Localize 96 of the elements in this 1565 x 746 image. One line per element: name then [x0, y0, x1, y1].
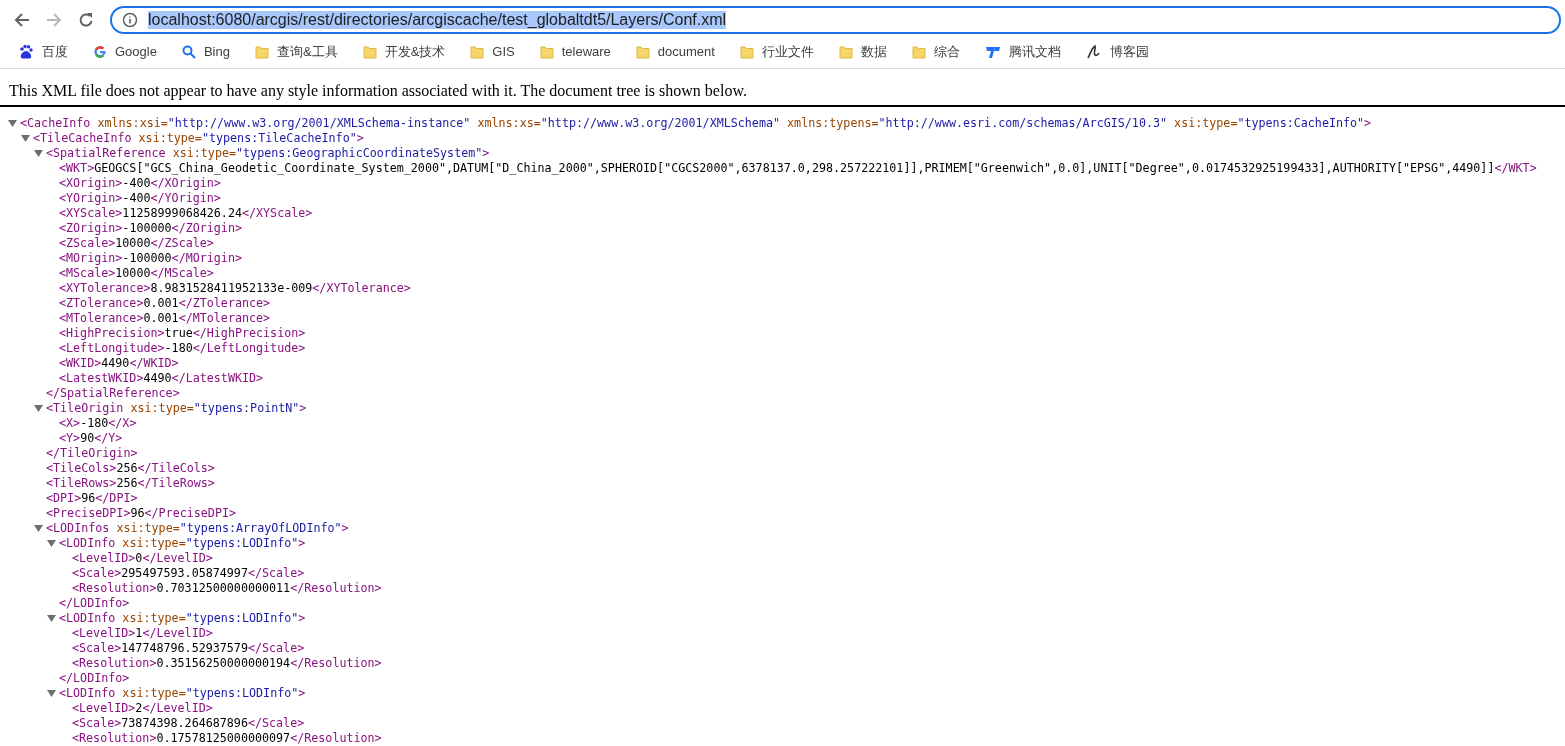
- folder-icon: [739, 44, 754, 59]
- xml-line: <LatestWKID>4490</LatestWKID>: [59, 371, 264, 386]
- xml-line: <Resolution>0.17578125000000097</Resolution>: [72, 731, 382, 746]
- bookmark-item[interactable]: 腾讯文档: [978, 40, 1067, 63]
- bookmark-item[interactable]: Google: [87, 42, 163, 62]
- folder-icon: [254, 44, 269, 59]
- folder-icon: [838, 44, 853, 59]
- bookmark-label: 查询&工具: [276, 42, 338, 61]
- xml-line: <LODInfo xsi:type="typens:LODInfo">: [59, 536, 306, 551]
- bookmark-item[interactable]: document: [629, 42, 721, 62]
- bookmark-label: 数据: [860, 42, 887, 61]
- expand-triangle-icon[interactable]: [47, 539, 56, 548]
- xml-line: <MOrigin>-100000</MOrigin>: [59, 251, 242, 266]
- bookmark-label: GIS: [492, 44, 515, 60]
- bookmark-item[interactable]: 数据: [832, 40, 893, 63]
- bookmark-label: teleware: [561, 44, 611, 60]
- xml-line: <Scale>147748796.52937579</Scale>: [72, 641, 305, 656]
- xml-line: <Resolution>0.35156250000000194</Resolution>: [72, 656, 382, 671]
- xml-line: <HighPrecision>true</HighPrecision>: [59, 326, 306, 341]
- folder-icon: [911, 44, 926, 59]
- bookmark-label: 综合: [933, 42, 960, 61]
- folder-icon: [635, 44, 650, 59]
- expand-triangle-icon[interactable]: [21, 134, 30, 143]
- xml-line: <Resolution>0.70312500000000011</Resolution>: [72, 581, 382, 596]
- xml-line: <TileRows>256</TileRows>: [46, 476, 215, 491]
- xml-line: <ZTolerance>0.001</ZTolerance>: [59, 296, 271, 311]
- xml-line: <LODInfo xsi:type="typens:LODInfo">: [59, 611, 306, 626]
- bookmark-label: 开发&技术: [384, 42, 446, 61]
- back-arrow-icon: [14, 11, 30, 28]
- bookmark-item[interactable]: teleware: [533, 42, 617, 62]
- bookmark-item[interactable]: Bing: [175, 42, 236, 62]
- expand-triangle-icon[interactable]: [8, 119, 17, 128]
- xml-line: <XYScale>11258999068426.24</XYScale>: [59, 206, 313, 221]
- brush-logo-icon: [1085, 43, 1102, 60]
- search-icon: [181, 44, 196, 59]
- xml-line: <WKID>4490</WKID>: [59, 356, 179, 371]
- bookmark-label: document: [657, 44, 715, 60]
- xml-line: <Scale>295497593.05874997</Scale>: [72, 566, 305, 581]
- xml-line: <PreciseDPI>96</PreciseDPI>: [46, 506, 236, 521]
- expand-triangle-icon[interactable]: [47, 614, 56, 623]
- bookmark-item[interactable]: 百度: [12, 40, 74, 63]
- g-logo-icon: [93, 44, 107, 59]
- xml-line: <SpatialReference xsi:type="typens:GeographicCoordinateSystem">: [46, 146, 490, 161]
- xml-line: <Y>90</Y>: [59, 431, 123, 446]
- docs-logo-icon: [984, 44, 1001, 59]
- bookmark-label: 博客园: [1109, 42, 1149, 61]
- expand-triangle-icon[interactable]: [47, 689, 56, 698]
- xml-line: <DPI>96</DPI>: [46, 491, 138, 506]
- xml-line: <XOrigin>-400</XOrigin>: [59, 176, 221, 191]
- expand-triangle-icon[interactable]: [34, 524, 43, 533]
- xml-line: <MTolerance>0.001</MTolerance>: [59, 311, 271, 326]
- expand-triangle-icon[interactable]: [34, 404, 43, 413]
- xml-line: <MScale>10000</MScale>: [59, 266, 214, 281]
- xml-line: <XYTolerance>8.9831528411952133e-009</XYTolerance>: [59, 281, 411, 296]
- xml-line: <CacheInfo xmlns:xsi="http://www.w3.org/2001/XMLSchema-instance" xmlns:xs="http://www.w3.org/2001/XMLSchema" xmlns:typens="http://www.esri.com/schemas/ArcGIS/10.3" xsi:type="typens:CacheInfo">: [20, 116, 1372, 131]
- bookmark-label: Bing: [203, 44, 230, 60]
- xml-line: <TileCacheInfo xsi:type="typens:TileCacheInfo">: [33, 131, 364, 146]
- xml-line: </LODInfo>: [59, 671, 130, 686]
- folder-icon: [362, 44, 377, 59]
- bookmark-item[interactable]: 查询&工具: [248, 40, 344, 63]
- url-text: localhost:6080/arcgis/rest/directories/arcgiscache/test_globaltdt5/Layers/Conf.xml: [148, 10, 727, 29]
- address-bar[interactable]: localhost:6080/arcgis/rest/directories/arcgiscache/test_globaltdt5/Layers/Conf.xml: [110, 5, 1561, 34]
- bookmark-item[interactable]: 行业文件: [733, 40, 820, 63]
- bookmark-item[interactable]: GIS: [464, 42, 521, 62]
- xml-line: </SpatialReference>: [46, 386, 180, 401]
- bookmark-item[interactable]: 开发&技术: [356, 40, 452, 63]
- expand-triangle-icon[interactable]: [34, 149, 43, 158]
- xml-line: <LeftLongitude>-180</LeftLongitude>: [59, 341, 306, 356]
- xml-line: <TileOrigin xsi:type="typens:PointN">: [46, 401, 307, 416]
- xml-line: <LODInfo xsi:type="typens:LODInfo">: [59, 686, 306, 701]
- info-icon: [122, 11, 138, 28]
- folder-icon: [539, 44, 554, 59]
- xml-line: </LODInfo>: [59, 596, 130, 611]
- style-notice: This XML file does not appear to have any style information associated with it. The document tree is shown below.: [0, 69, 1565, 107]
- xml-line: <X>-180</X>: [59, 416, 137, 431]
- bookmark-label: 腾讯文档: [1008, 42, 1061, 61]
- xml-line: <TileCols>256</TileCols>: [46, 461, 215, 476]
- bookmark-label: 百度: [42, 42, 68, 61]
- xml-line: </TileOrigin>: [46, 446, 138, 461]
- xml-line: <ZOrigin>-100000</ZOrigin>: [59, 221, 242, 236]
- bookmark-label: 行业文件: [761, 42, 814, 61]
- xml-line: <LevelID>0</LevelID>: [72, 551, 213, 566]
- xml-line: <LODInfos xsi:type="typens:ArrayOfLODInfo">: [46, 521, 349, 536]
- paw-icon: [18, 43, 34, 60]
- bookmark-label: Google: [115, 44, 157, 60]
- xml-line: <LevelID>1</LevelID>: [72, 626, 213, 641]
- xml-line: <YOrigin>-400</YOrigin>: [59, 191, 221, 206]
- xml-line: <WKT>GEOGCS["GCS_China_Geodetic_Coordinate_System_2000",DATUM["D_China_2000",SPHEROID["CGCS2000",6378137.0,298.257222101]],PRIMEM["Greenwich",0.0],UNIT["Degree",0.0174532925199433],AUTHORITY["EPSG",4490]]</WKT>: [59, 161, 1537, 176]
- forward-arrow-icon: [46, 11, 62, 28]
- bookmark-item[interactable]: 博客园: [1079, 40, 1155, 63]
- reload-icon: [78, 11, 94, 28]
- xml-line: <ZScale>10000</ZScale>: [59, 236, 214, 251]
- xml-line: <LevelID>2</LevelID>: [72, 701, 213, 716]
- bookmark-item[interactable]: 综合: [905, 40, 966, 63]
- folder-icon: [470, 44, 485, 59]
- xml-line: <Scale>73874398.264687896</Scale>: [72, 716, 305, 731]
